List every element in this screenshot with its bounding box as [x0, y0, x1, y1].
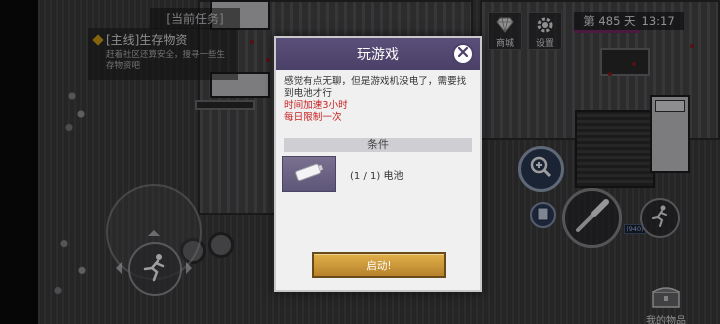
battery-icon [291, 161, 327, 187]
limit-text: 每日限制一次 [284, 112, 342, 123]
dialog-description: 感觉有点无聊，但是游戏机没电了，需要找到电池才行 [284, 76, 467, 99]
dialog-title: 玩游戏 [357, 47, 399, 63]
conditions-header: 条件 [284, 138, 472, 152]
dialog-description-block: 感觉有点无聊，但是游戏机没电了，需要找到电池才行 时间加速3小时 每日限制一次 [276, 70, 480, 124]
close-icon [457, 46, 469, 62]
effect-text: 时间加速3小时 [284, 100, 348, 111]
requirement-item: 电池 [383, 170, 404, 182]
requirement-count: (1 / 1) [350, 170, 381, 182]
play-game-dialog: 玩游戏 感觉有点无聊，但是游戏机没电了，需要找到电池才行 时间加速3小时 每日限… [274, 36, 482, 292]
requirement-text: (1 / 1) 电池 [350, 167, 403, 182]
requirement-row: (1 / 1) 电池 [282, 156, 472, 192]
dialog-header: 玩游戏 [276, 38, 480, 70]
battery-item-slot[interactable] [282, 156, 336, 192]
close-button[interactable] [452, 43, 474, 65]
start-button[interactable]: 启动! [312, 252, 446, 278]
